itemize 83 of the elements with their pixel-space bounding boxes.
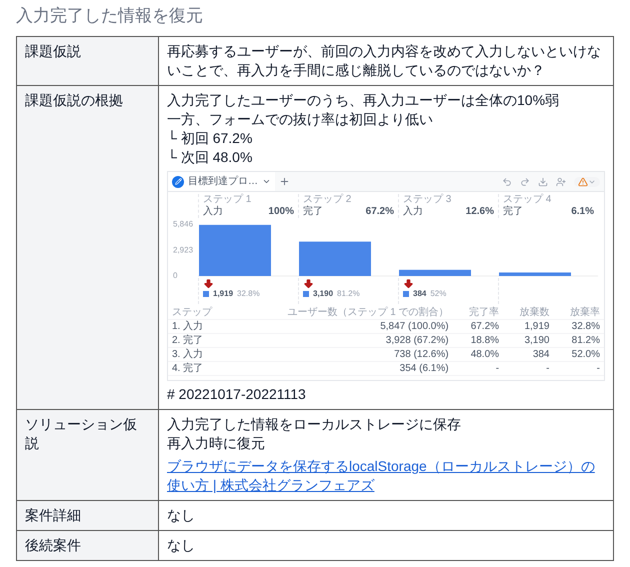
drop-count: 384 bbox=[413, 289, 426, 298]
step-name: 完了 bbox=[303, 206, 323, 218]
step-name: 入力 bbox=[403, 206, 423, 218]
table-cell: 1. 入力 bbox=[168, 320, 228, 334]
table-cell: 52.0% bbox=[554, 348, 604, 362]
step-label: ステップ 3 bbox=[403, 194, 452, 206]
drop-arrow-icon bbox=[203, 278, 214, 289]
column-header: 放棄数 bbox=[503, 306, 554, 320]
table-cell: 3,190 bbox=[503, 334, 554, 348]
step-percent: 12.6% bbox=[466, 206, 494, 218]
legend-square-icon bbox=[403, 290, 409, 296]
body-text: # 20221017-20221113 bbox=[167, 385, 307, 404]
report-tab[interactable]: 目標到達プロ… bbox=[168, 172, 275, 191]
table-cell: - bbox=[503, 362, 554, 376]
table-cell: 48.0% bbox=[452, 348, 504, 362]
table-cell: 354 (6.1%) bbox=[228, 362, 453, 376]
funnel-bar bbox=[499, 272, 571, 276]
body-text: └ 初回 67.2% bbox=[167, 129, 254, 148]
warning-icon bbox=[578, 176, 588, 186]
funnel-bar bbox=[399, 270, 471, 276]
row-header: 案件詳細 bbox=[16, 500, 158, 530]
axis-tick-label: 0 bbox=[173, 271, 178, 278]
download-icon[interactable] bbox=[538, 176, 548, 186]
step-label: ステップ 4 bbox=[503, 194, 552, 206]
pencil-icon bbox=[172, 176, 184, 188]
row-header: 課題仮説 bbox=[16, 36, 158, 86]
drop-rate: 81.2% bbox=[337, 289, 360, 298]
row-header: ソリューション仮説 bbox=[16, 410, 158, 500]
row-header: 課題仮説の根拠 bbox=[16, 86, 158, 410]
table-cell: 3,928 (67.2%) bbox=[228, 334, 453, 348]
table-cell: 3. 入力 bbox=[168, 348, 228, 362]
body-text: 再入力時に復元 bbox=[167, 434, 266, 453]
table-cell: - bbox=[554, 362, 604, 376]
funnel-bar bbox=[299, 242, 371, 276]
caret-icon bbox=[262, 177, 271, 186]
legend-square-icon bbox=[203, 290, 209, 296]
table-cell: 18.8% bbox=[452, 334, 504, 348]
body-text: 入力完了したユーザーのうち、再入力ユーザーは全体の10%弱 bbox=[167, 91, 560, 110]
drop-count: 3,190 bbox=[313, 289, 334, 298]
table-cell: 384 bbox=[503, 348, 554, 362]
section-title: 入力完了した情報を復元 bbox=[16, 5, 204, 27]
body-text: 入力完了した情報をローカルストレージに保存 bbox=[167, 415, 462, 434]
table-cell: 1,919 bbox=[503, 320, 554, 334]
axis-tick-label: 2,923 bbox=[173, 245, 194, 254]
step-name: 入力 bbox=[203, 206, 223, 218]
table-cell: 81.2% bbox=[554, 334, 604, 348]
table-cell: 738 (12.6%) bbox=[228, 348, 453, 362]
axis-tick-label: 5,846 bbox=[173, 220, 194, 229]
body-text: 再応募するユーザーが、前回の入力内容を改めて入力しないといけないことで、再入力を手間に感じ離脱しているのではないか？ bbox=[167, 42, 602, 80]
body-text: 一方、フォームでの抜け率は初回より低い bbox=[167, 110, 434, 129]
article-link[interactable]: ブラウザにデータを保存するlocalStorage（ローカルストレージ）の使い方 | 株式会社グランフェアズ bbox=[167, 457, 605, 495]
undo-icon[interactable] bbox=[502, 176, 512, 186]
body-text: なし bbox=[167, 506, 196, 525]
table-cell: 2. 完了 bbox=[168, 334, 228, 348]
step-label: ステップ 1 bbox=[203, 194, 252, 206]
table-cell: 67.2% bbox=[452, 320, 504, 334]
column-header: 放棄率 bbox=[554, 306, 604, 320]
column-header: ユーザー数（ステップ 1 での割合） bbox=[228, 306, 453, 320]
column-header: 完了率 bbox=[452, 306, 504, 320]
column-header: ステップ bbox=[168, 306, 228, 320]
redo-icon[interactable] bbox=[520, 176, 530, 186]
drop-arrow-icon bbox=[403, 278, 414, 289]
table-cell: 5,847 (100.0%) bbox=[228, 320, 453, 334]
share-icon[interactable] bbox=[556, 176, 566, 186]
step-percent: 100% bbox=[268, 206, 294, 218]
drop-rate: 32.8% bbox=[237, 289, 260, 298]
drop-rate: 52% bbox=[430, 289, 446, 298]
warning-button[interactable] bbox=[574, 176, 600, 186]
step-percent: 6.1% bbox=[571, 206, 594, 218]
table-cell: 4. 完了 bbox=[168, 362, 228, 376]
add-tab-icon[interactable] bbox=[279, 176, 290, 187]
row-header: 後続案件 bbox=[16, 530, 158, 560]
body-text: └ 次回 48.0% bbox=[167, 148, 254, 167]
table-cell: - bbox=[452, 362, 504, 376]
drop-arrow-icon bbox=[303, 278, 314, 289]
legend-square-icon bbox=[303, 290, 309, 296]
step-name: 完了 bbox=[503, 206, 523, 218]
step-percent: 67.2% bbox=[366, 206, 394, 218]
step-label: ステップ 2 bbox=[303, 194, 352, 206]
table-cell: 32.8% bbox=[554, 320, 604, 334]
body-text: なし bbox=[167, 536, 196, 555]
funnel-bar bbox=[199, 224, 271, 276]
drop-count: 1,919 bbox=[213, 289, 234, 298]
